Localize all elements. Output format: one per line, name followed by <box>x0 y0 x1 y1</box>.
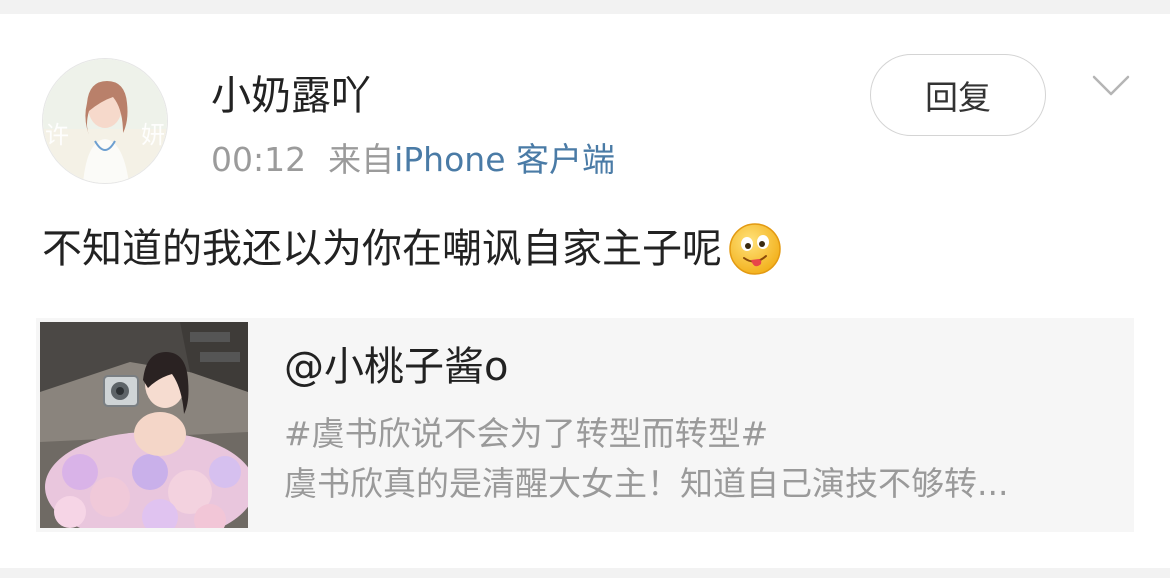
post-text: 不知道的我还以为你在嘲讽自家主子呢 <box>42 222 782 276</box>
post-time: 00:12 <box>211 140 307 179</box>
quoted-username[interactable]: @小桃子酱o <box>284 342 508 392</box>
source-prefix: 来自 <box>328 140 395 179</box>
comment-card: 许 妍 小奶露吖 00:12 来自iPhone 客户端 回复 不知道的我还以为你在… <box>0 14 1170 568</box>
quoted-post[interactable]: @小桃子酱o #虞书欣说不会为了转型而转型# 虞书欣真的是清醒大女主！知道自己演… <box>36 318 1134 532</box>
chevron-down-icon[interactable] <box>1092 74 1130 98</box>
reply-button[interactable]: 回复 <box>870 54 1046 136</box>
svg-text:许: 许 <box>45 121 69 149</box>
post-meta: 00:12 来自iPhone 客户端 <box>211 140 615 180</box>
user-avatar[interactable]: 许 妍 <box>42 58 168 184</box>
source-link[interactable]: iPhone 客户端 <box>394 140 615 179</box>
svg-text:妍: 妍 <box>141 121 165 149</box>
quoted-hashtag[interactable]: #虞书欣说不会为了转型而转型# <box>284 414 768 454</box>
quoted-post-thumbnail[interactable] <box>40 322 248 528</box>
post-text-content: 不知道的我还以为你在嘲讽自家主子呢 <box>42 226 722 272</box>
tongue-out-emoji-icon <box>729 223 781 275</box>
thumbnail-image <box>40 322 248 528</box>
quoted-excerpt: 虞书欣真的是清醒大女主！知道自己演技不够转... <box>284 464 1009 503</box>
username[interactable]: 小奶露吖 <box>211 72 371 120</box>
reply-button-label: 回复 <box>925 78 991 117</box>
avatar-image: 许 妍 <box>43 59 167 183</box>
